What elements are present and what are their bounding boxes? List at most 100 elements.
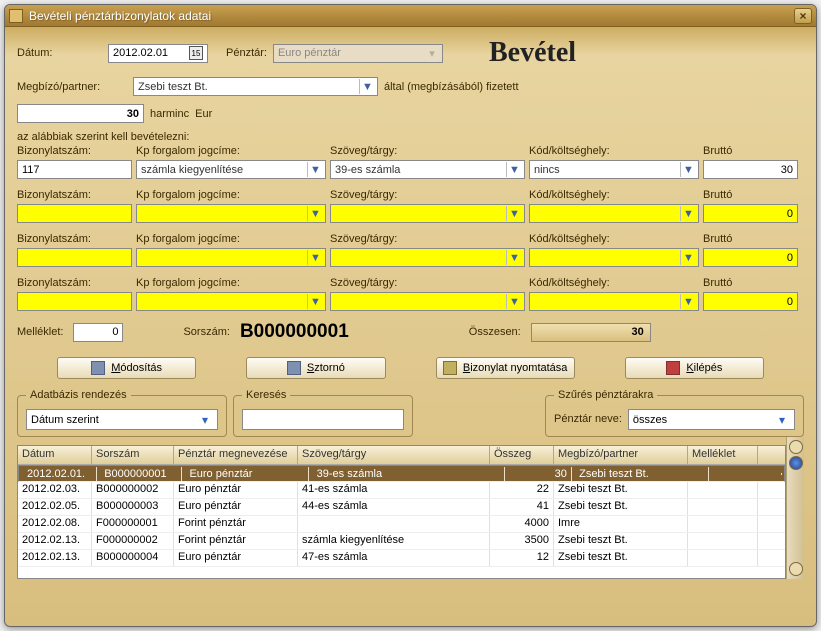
line-subject-select[interactable]: ▼ [330, 204, 525, 223]
cell-date: 2012.02.05. [18, 499, 92, 515]
cell-cashreg: Euro pénztár [174, 550, 298, 566]
scroll-thumb[interactable] [789, 456, 803, 470]
print-icon [443, 361, 457, 375]
table-row[interactable]: 2012.02.01.B000000001Euro pénztár39-es s… [18, 465, 785, 482]
cell-attachment [688, 482, 758, 498]
close-button[interactable]: × [794, 8, 812, 24]
line-no-input[interactable] [17, 292, 132, 311]
line-gross-input[interactable]: 30 [703, 160, 798, 179]
search-input[interactable] [242, 409, 404, 430]
vertical-scrollbar[interactable] [786, 437, 804, 579]
partner-suffix: által (megbízásából) fizetett [384, 81, 519, 93]
cell-amount: 30 [508, 467, 572, 481]
cell-amount: 12 [490, 550, 554, 566]
chevron-down-icon[interactable]: ▼ [680, 294, 696, 309]
scroll-down-icon[interactable] [789, 562, 803, 576]
line-title-select[interactable]: ▼ [136, 204, 326, 223]
table-row[interactable]: 2012.02.05.B000000003Euro pénztár44-es s… [18, 499, 785, 516]
table-row[interactable]: 2012.02.08.F000000001Forint pénztár4000I… [18, 516, 785, 533]
cell-amount: 41 [490, 499, 554, 515]
chevron-down-icon[interactable]: ▼ [307, 206, 323, 221]
partner-value: Zsebi teszt Bt. [138, 81, 208, 93]
line-gross-input[interactable]: 0 [703, 292, 798, 311]
cashfilter-legend: Szűrés pénztárakra [554, 389, 657, 401]
line-code-select[interactable]: ▼ [529, 248, 699, 267]
chevron-down-icon[interactable]: ▼ [680, 250, 696, 265]
chevron-down-icon[interactable]: ▼ [307, 294, 323, 309]
th-amount[interactable]: Összeg [490, 446, 554, 464]
table-row[interactable]: 2012.02.13.B000000004Euro pénztár47-es s… [18, 550, 785, 567]
line-no-input[interactable] [17, 248, 132, 267]
cashfilter-select[interactable]: összes ▾ [628, 409, 795, 430]
chevron-down-icon[interactable]: ▼ [506, 162, 522, 177]
attachment-input[interactable]: 0 [73, 323, 123, 342]
line-gross-input[interactable]: 0 [703, 204, 798, 223]
order-legend: Adatbázis rendezés [26, 389, 131, 401]
table-row[interactable]: 2012.02.03.B000000002Euro pénztár41-es s… [18, 482, 785, 499]
partner-select[interactable]: Zsebi teszt Bt. ▼ [133, 77, 378, 96]
chevron-down-icon[interactable]: ▼ [359, 79, 375, 94]
cell-partner: Zsebi teszt Bt. [575, 467, 709, 481]
chevron-down-icon[interactable]: ▼ [506, 206, 522, 221]
line-code-select[interactable]: nincs▼ [529, 160, 699, 179]
chevron-down-icon[interactable]: ▼ [680, 162, 696, 177]
cell-attachment [712, 473, 782, 475]
modify-button[interactable]: Módosítás [57, 357, 196, 379]
chevron-down-icon[interactable]: ▼ [680, 206, 696, 221]
line-subject-label: Szöveg/tárgy: [330, 145, 525, 158]
scroll-up-icon[interactable] [789, 440, 803, 454]
amount-input[interactable]: 30 [17, 104, 144, 123]
storno-button[interactable]: Sztornó [246, 357, 385, 379]
chevron-down-icon[interactable]: ▾ [772, 411, 792, 428]
table-row[interactable]: 2012.02.13.F000000002Forint pénztárszáml… [18, 533, 785, 550]
line-no-label: Bizonylatszám: [17, 145, 132, 158]
cell-serial: B000000003 [92, 499, 174, 515]
currency-label: Eur [195, 108, 212, 120]
th-subject[interactable]: Szöveg/tárgy [298, 446, 490, 464]
cell-serial: F000000001 [92, 516, 174, 532]
line-title-select[interactable]: számla kiegyenlítése▼ [136, 160, 326, 179]
cell-cashreg: Forint pénztár [174, 516, 298, 532]
page-title: Bevétel [489, 37, 576, 69]
th-partner[interactable]: Megbízó/partner [554, 446, 688, 464]
line-subject-label: Szöveg/tárgy: [330, 277, 525, 290]
cell-cashreg: Forint pénztár [174, 533, 298, 549]
cell-partner: Zsebi teszt Bt. [554, 550, 688, 566]
calendar-icon[interactable]: 15 [189, 46, 203, 60]
exit-button[interactable]: Kilépés [625, 357, 764, 379]
cell-amount: 22 [490, 482, 554, 498]
date-input[interactable]: 2012.02.01 15 [108, 44, 208, 63]
chevron-down-icon[interactable]: ▼ [307, 250, 323, 265]
line-title-select[interactable]: ▼ [136, 292, 326, 311]
line-subject-select[interactable]: 39-es számla▼ [330, 160, 525, 179]
print-button[interactable]: Bizonylat nyomtatása [436, 357, 575, 379]
cancel-icon [287, 361, 301, 375]
cell-serial: B000000004 [92, 550, 174, 566]
line-no-input[interactable]: 117 [17, 160, 132, 179]
attachment-label: Melléklet: [17, 326, 63, 339]
line-gross-label: Bruttó [703, 233, 798, 246]
line-subject-label: Szöveg/tárgy: [330, 189, 525, 202]
table-body: 2012.02.01.B000000001Euro pénztár39-es s… [18, 465, 785, 578]
chevron-down-icon[interactable]: ▾ [195, 411, 215, 428]
line-code-select[interactable]: ▼ [529, 292, 699, 311]
line-code-label: Kód/költséghely: [529, 145, 699, 158]
th-cashreg[interactable]: Pénztár megnevezése [174, 446, 298, 464]
line-subject-label: Szöveg/tárgy: [330, 233, 525, 246]
th-attachment[interactable]: Melléklet [688, 446, 758, 464]
line-title-label: Kp forgalom jogcíme: [136, 233, 326, 246]
line-subject-select[interactable]: ▼ [330, 248, 525, 267]
line-gross-input[interactable]: 0 [703, 248, 798, 267]
th-date[interactable]: Dátum [18, 446, 92, 464]
chevron-down-icon[interactable]: ▼ [307, 162, 323, 177]
app-icon [9, 9, 23, 23]
line-no-input[interactable] [17, 204, 132, 223]
th-serial[interactable]: Sorszám [92, 446, 174, 464]
line-subject-select[interactable]: ▼ [330, 292, 525, 311]
chevron-down-icon[interactable]: ▼ [506, 294, 522, 309]
order-select[interactable]: Dátum szerint ▾ [26, 409, 218, 430]
line-code-select[interactable]: ▼ [529, 204, 699, 223]
chevron-down-icon[interactable]: ▼ [506, 250, 522, 265]
cell-subject: 41-es számla [298, 482, 490, 498]
line-title-select[interactable]: ▼ [136, 248, 326, 267]
